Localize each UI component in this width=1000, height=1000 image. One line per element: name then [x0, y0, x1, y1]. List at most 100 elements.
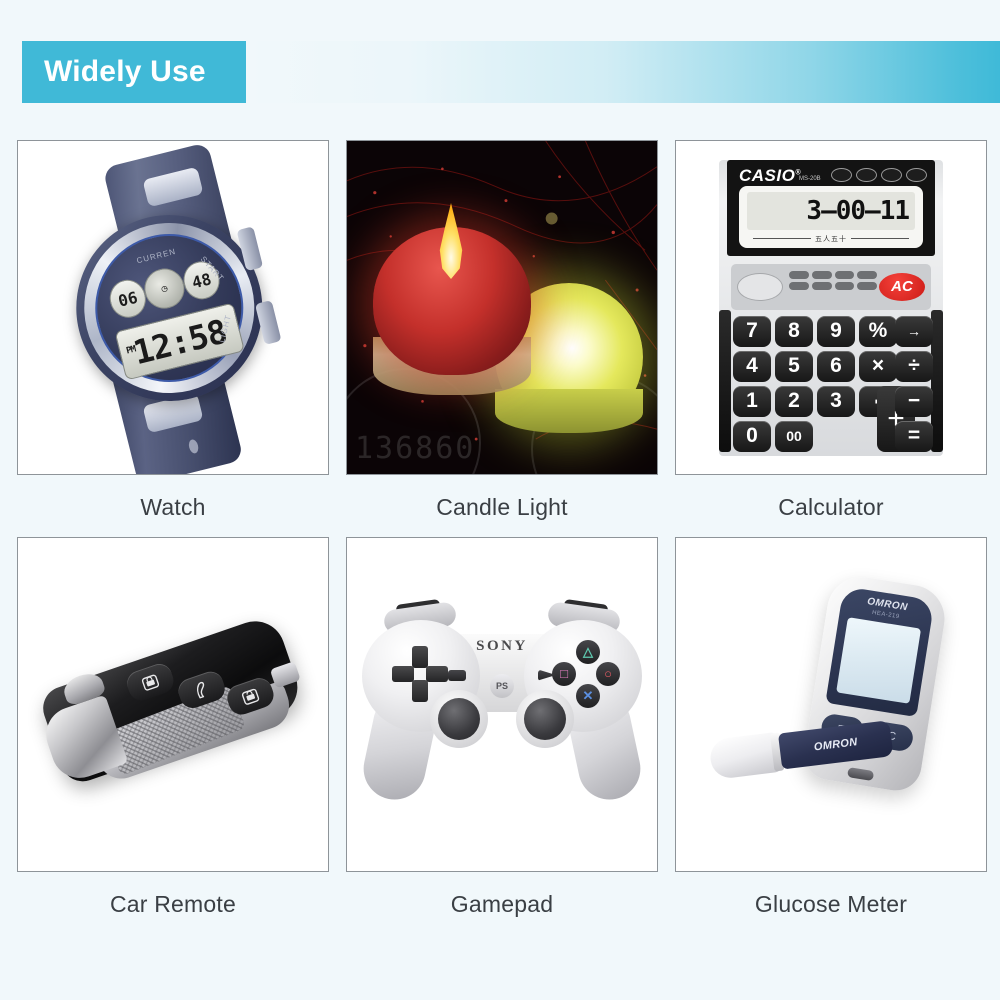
calculator-brand-text: CASIO® [739, 166, 801, 186]
calculator-key-minus[interactable]: − [895, 385, 933, 417]
calculator-key-5[interactable]: 5 [775, 350, 813, 382]
product-card-calculator[interactable]: CASIO® MS-20B 上午 3—00—11 [675, 140, 987, 475]
dpad-down-icon[interactable] [412, 679, 428, 702]
calculator-key-arrow[interactable]: → [895, 315, 933, 347]
watch-strap-hole [187, 438, 200, 455]
calculator-photo: CASIO® MS-20B 上午 3—00—11 [676, 141, 986, 474]
calculator-display-footer: 五人五十 [753, 234, 909, 244]
calculator-key-8[interactable]: 8 [775, 315, 813, 347]
calculator-display-value: 3—00—11 [747, 191, 915, 230]
gamepad-controller: SONY △ □ ○ ✕ PS [357, 598, 647, 805]
card-caption-watch: Watch [140, 494, 206, 520]
product-card-gamepad[interactable]: SONY △ □ ○ ✕ PS [346, 537, 658, 872]
lancing-device-brand-text: OMRON [813, 735, 859, 753]
calculator-mini-key[interactable] [834, 270, 855, 279]
circle-button[interactable]: ○ [596, 661, 620, 686]
gamepad-right-analog-stick[interactable] [516, 689, 574, 748]
calculator-key-equals[interactable]: = [895, 420, 933, 452]
calculator-mini-key[interactable] [811, 270, 832, 279]
calculator-brand-name: CASIO [739, 165, 796, 185]
calculator-oval-indicator [831, 167, 852, 182]
grid-cell-calculator: CASIO® MS-20B 上午 3—00—11 [675, 140, 987, 521]
calculator-display-footer-text: 五人五十 [815, 235, 847, 243]
gamepad-select-button[interactable] [448, 669, 466, 681]
calculator-mini-key[interactable] [789, 270, 809, 279]
dpad-right-icon[interactable] [426, 665, 448, 682]
glucose-meter-strip-port [846, 766, 875, 781]
watch-subdial-center: ◷ [140, 263, 189, 313]
gamepad-left-analog-stick[interactable] [430, 689, 488, 748]
calculator-mini-key[interactable] [811, 281, 832, 290]
product-card-watch[interactable]: CURREN 06 ◷ 48 PM 12:58 START LIGHT [17, 140, 329, 475]
dpad-left-icon[interactable] [392, 665, 414, 682]
card-caption-candle-light: Candle Light [436, 494, 568, 520]
calculator-key-4[interactable]: 4 [733, 350, 771, 382]
watch-photo: CURREN 06 ◷ 48 PM 12:58 START LIGHT [18, 141, 328, 474]
gamepad-dpad[interactable] [392, 645, 448, 702]
calculator-mini-key[interactable] [789, 281, 809, 290]
calculator-key-2[interactable]: 2 [775, 385, 813, 417]
calculator-oval-indicator [881, 167, 902, 182]
calculator-key-6[interactable]: 6 [817, 350, 855, 382]
grid-cell-gamepad: SONY △ □ ○ ✕ PS Gamepad [346, 537, 658, 918]
calculator-oval-indicator [906, 167, 927, 182]
glucose-meter-screen [836, 616, 922, 704]
trunk-icon [196, 680, 205, 698]
glucose-meter-faceplate: OMRON HEA-219 [825, 585, 935, 717]
card-caption-calculator: Calculator [778, 494, 884, 520]
calculator-key-1[interactable]: 1 [733, 385, 771, 417]
card-caption-car-remote: Car Remote [110, 891, 236, 917]
gamepad-home-button[interactable]: PS [490, 673, 514, 698]
calculator-key-3[interactable]: 3 [817, 385, 855, 417]
calculator-display-rule-right [851, 238, 909, 239]
calculator-body: CASIO® MS-20B 上午 3—00—11 [719, 159, 943, 456]
watch-dial: CURREN 06 ◷ 48 PM 12:58 START LIGHT [79, 217, 259, 398]
card-caption-glucose-meter: Glucose Meter [754, 891, 908, 917]
product-card-candle-light[interactable]: 136860 [346, 140, 658, 475]
triangle-button[interactable]: △ [576, 639, 600, 664]
candle-light-photo: 136860 [347, 141, 657, 474]
calculator-display-panel: 上午 3—00—11 五人五十 [739, 185, 923, 248]
product-usage-grid: CURREN 06 ◷ 48 PM 12:58 START LIGHT Watc… [0, 140, 1000, 918]
page-title: Widely Use [44, 55, 206, 88]
unlock-icon [241, 687, 259, 704]
card-caption-gamepad: Gamepad [450, 891, 554, 917]
gamepad-brand-text: SONY [476, 637, 528, 654]
calculator-model-text: MS-20B [799, 175, 821, 182]
calculator-mini-key[interactable] [857, 270, 877, 279]
calculator-key-0[interactable]: 0 [733, 420, 771, 452]
watch-case: CURREN 06 ◷ 48 PM 12:58 START LIGHT [56, 194, 283, 421]
calculator-key-divide[interactable]: ÷ [895, 350, 933, 382]
calculator-mini-key-group [789, 270, 877, 290]
watch-subdial-left: 06 [105, 275, 150, 322]
calculator-mini-key[interactable] [857, 281, 877, 290]
cross-button[interactable]: ✕ [576, 683, 600, 708]
dpad-up-icon[interactable] [412, 645, 428, 668]
glucose-meter-photo: OMRON HEA-219 ▤ C OMRON [676, 538, 986, 871]
square-button[interactable]: □ [552, 661, 576, 686]
calculator-operator-column: → ÷ − = [895, 315, 933, 452]
grid-cell-glucose-meter: OMRON HEA-219 ▤ C OMRON [675, 537, 987, 918]
product-card-car-remote[interactable] [17, 537, 329, 872]
car-remote-fob [37, 612, 309, 797]
calculator-key-7[interactable]: 7 [733, 315, 771, 347]
candle-backdrop-number-text: 136860 [355, 431, 476, 466]
calculator-key-9[interactable]: 9 [817, 315, 855, 347]
product-card-glucose-meter[interactable]: OMRON HEA-219 ▤ C OMRON [675, 537, 987, 872]
calculator-function-row: AC [731, 263, 931, 310]
calculator-indicator-ovals [831, 167, 927, 182]
calculator-key-double-zero[interactable]: 00 [775, 420, 813, 452]
page-header: Widely Use [0, 0, 1000, 140]
calculator-key-percent[interactable]: % [859, 315, 897, 347]
calculator-ac-button[interactable]: AC [879, 272, 925, 301]
glucose-meter-device-group: OMRON HEA-219 ▤ C OMRON [706, 571, 956, 820]
gamepad-photo: SONY △ □ ○ ✕ PS [347, 538, 657, 871]
lock-icon [141, 673, 159, 690]
candle-yellow-base [495, 389, 643, 433]
calculator-mini-key[interactable] [834, 281, 855, 290]
grid-cell-car-remote: Car Remote [17, 537, 329, 918]
calculator-key-multiply[interactable]: × [859, 350, 897, 382]
calculator-logo-oval [737, 272, 783, 301]
watch-side-button-bottom[interactable] [254, 299, 282, 345]
calculator-oval-indicator [856, 167, 877, 182]
